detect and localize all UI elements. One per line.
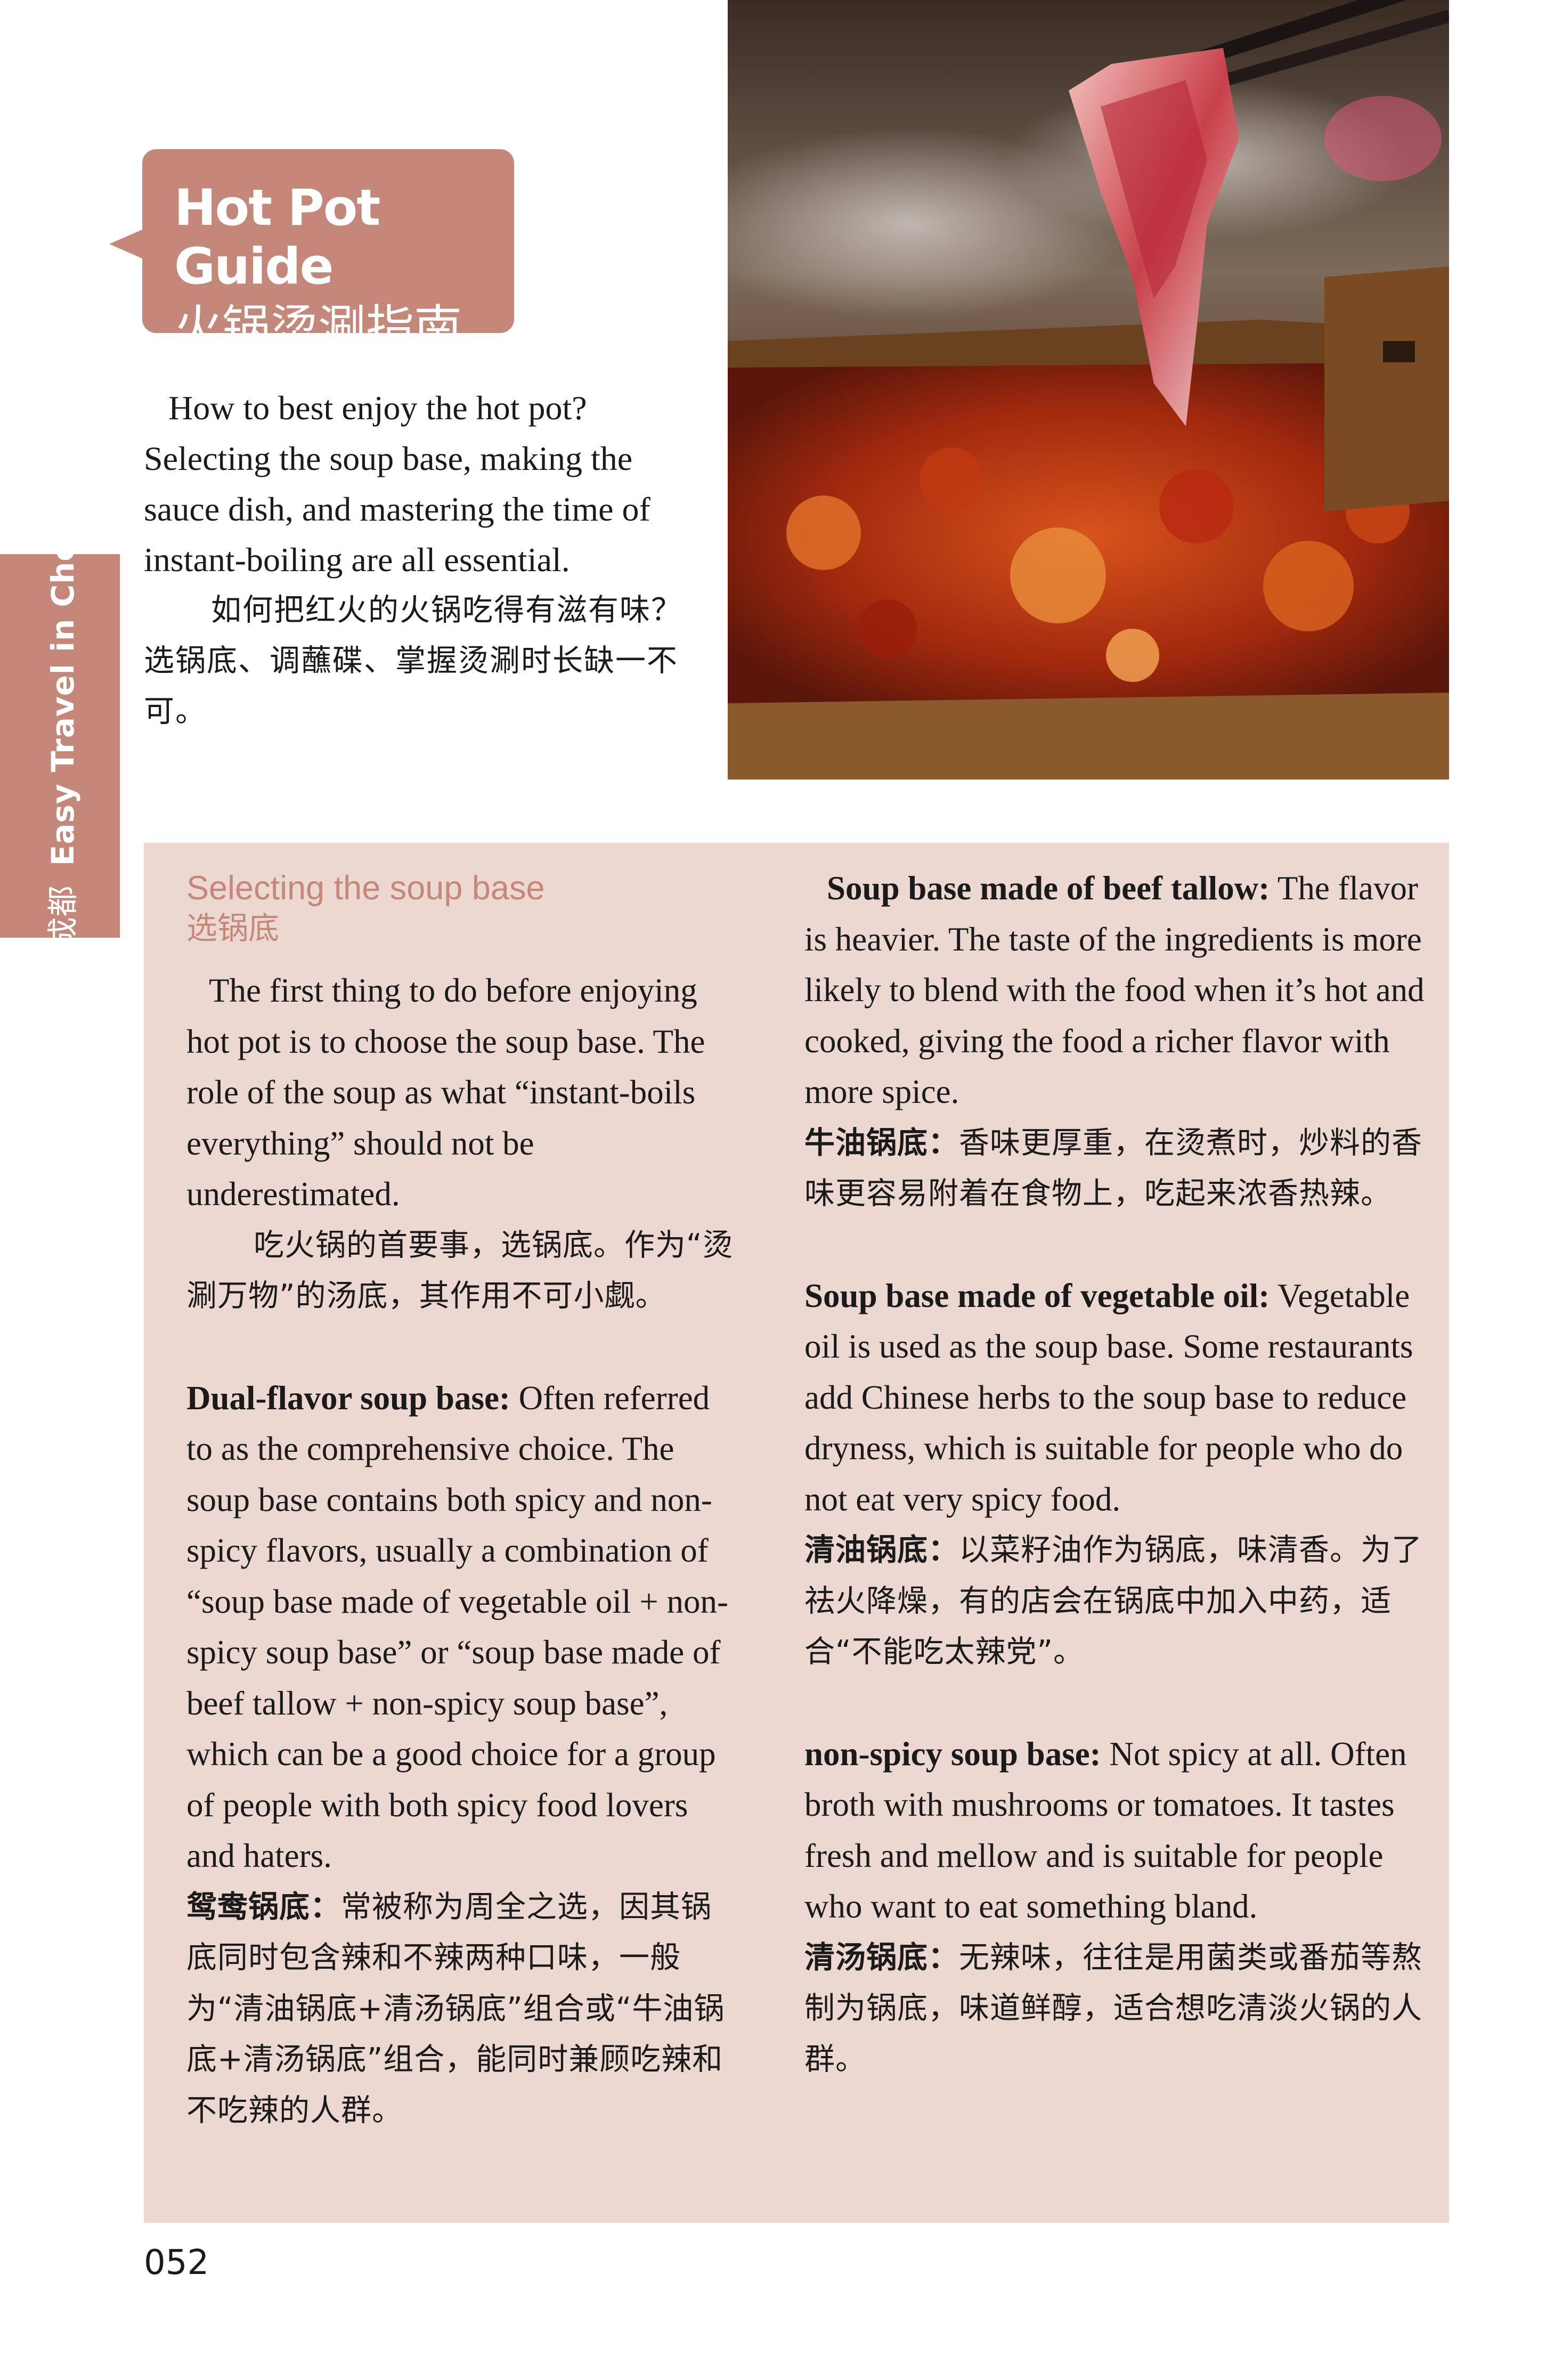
lead-paragraph: The first thing to do before enjoying ho… <box>186 965 741 1220</box>
item-non-spicy-zh: 清汤锅底：无辣味，往往是用菌类或番茄等熬制为锅底，味道鲜醇，适合想吃清淡火锅的人… <box>804 1932 1433 2085</box>
item-name-chinese: 清汤锅底： <box>804 1939 959 1975</box>
hotpot-photo <box>728 0 1449 779</box>
item-name: Dual-flavor soup base: <box>186 1379 510 1417</box>
item-name-chinese: 鸳鸯锅底： <box>186 1889 341 1924</box>
page-number: 052 <box>144 2243 209 2282</box>
lead-english: The first thing to do before enjoying ho… <box>186 972 705 1213</box>
item-name-chinese: 牛油锅底： <box>804 1125 959 1160</box>
item-beef-tallow-zh: 牛油锅底：香味更厚重，在烫煮时，炒料的香味更容易附着在食物上，吃起来浓香热辣。 <box>804 1118 1433 1220</box>
intro: How to best enjoy the hot pot? Selecting… <box>144 383 698 737</box>
section-heading-chinese: 选锅底 <box>186 910 280 946</box>
intro-english: How to best enjoy the hot pot? Selecting… <box>144 389 650 579</box>
item-description-chinese: 常被称为周全之选，因其锅底同时包含辣和不辣两种口味，一般为“清油锅底+清汤锅底”… <box>186 1889 725 2128</box>
side-tab-text: 悠游，成都 Easy Travel in Chengdu <box>38 450 83 1043</box>
intro-chinese: 如何把红火的火锅吃得有滋有味？选锅底、调蘸碟、掌握烫涮时长缺一不可。 <box>144 592 682 729</box>
section-heading: Selecting the soup base <box>186 870 545 907</box>
item-name: Soup base made of vegetable oil: <box>804 1277 1270 1314</box>
item-description: Often referred to as the comprehensive c… <box>186 1379 728 1875</box>
item-name-chinese: 清油锅底： <box>804 1532 959 1567</box>
item-vegetable-oil-en: Soup base made of vegetable oil: Vegetab… <box>804 1271 1433 1525</box>
content-panel: Selecting the soup base 选锅底 The first th… <box>144 843 1449 2223</box>
side-tab: 悠游，成都 Easy Travel in Chengdu <box>0 450 120 1042</box>
item-vegetable-oil-zh: 清油锅底：以菜籽油作为锅底，味清香。为了祛火降燥，有的店会在锅底中加入中药，适合… <box>804 1525 1433 1678</box>
item-beef-tallow-en: Soup base made of beef tallow: The flavo… <box>804 863 1433 1118</box>
page-title: Hot Pot Guide <box>174 179 380 296</box>
item-dual-flavor-en: Dual-flavor soup base: Often referred to… <box>186 1373 741 1882</box>
item-name: non-spicy soup base: <box>804 1735 1101 1773</box>
item-name: Soup base made of beef tallow: <box>827 870 1270 907</box>
page-title-chinese: 火锅烫涮指南 <box>174 300 462 356</box>
item-dual-flavor-zh: 鸳鸯锅底：常被称为周全之选，因其锅底同时包含辣和不辣两种口味，一般为“清油锅底+… <box>186 1882 741 2137</box>
title-callout: Hot Pot Guide 火锅烫涮指南 <box>109 149 514 356</box>
lead-chinese: 吃火锅的首要事，选锅底。作为“烫涮万物”的汤底，其作用不可小觑。 <box>186 1227 734 1314</box>
item-non-spicy-en: non-spicy soup base: Not spicy at all. O… <box>804 1729 1433 1932</box>
side-tab-english: Easy Travel in Chengdu <box>44 449 81 866</box>
side-tab-chinese: 悠游，成都 <box>44 885 81 1043</box>
right-column: Soup base made of beef tallow: The flavo… <box>804 843 1433 2085</box>
left-column: Selecting the soup base 选锅底 The first th… <box>186 843 741 2136</box>
